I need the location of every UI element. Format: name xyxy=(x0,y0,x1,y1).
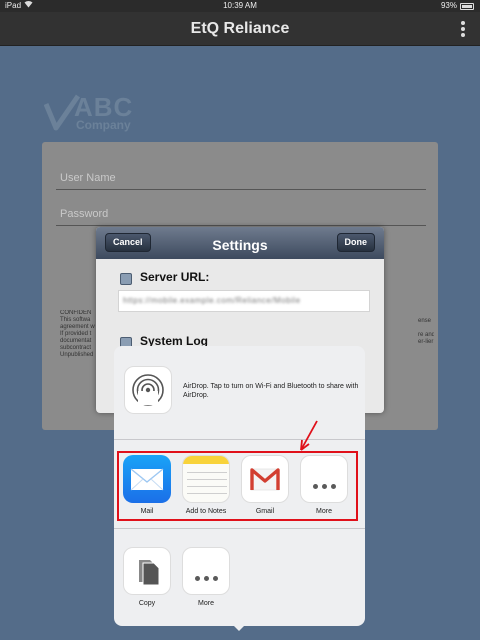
confidential-notice-right: ense re and er-lier xyxy=(418,318,434,346)
airdrop-description: AirDrop. Tap to turn on Wi-Fi and Blueto… xyxy=(183,383,359,399)
password-field[interactable]: Password xyxy=(56,202,426,226)
company-logo: ABC Company xyxy=(44,92,144,136)
battery-status: 93% xyxy=(441,0,474,12)
server-url-value: https://mobile.example.com/Reliance/Mobi… xyxy=(123,296,301,305)
share-action-more[interactable]: More xyxy=(177,547,235,607)
confidential-line: ense xyxy=(418,318,432,324)
overflow-menu-icon[interactable] xyxy=(460,21,466,39)
share-actions-row: Copy More xyxy=(114,530,365,626)
share-sheet-pointer xyxy=(232,624,246,631)
more-icon xyxy=(182,547,230,595)
airdrop-section: AirDrop. Tap to turn on Wi-Fi and Blueto… xyxy=(114,346,365,440)
logo-company-text: Company xyxy=(76,118,131,132)
battery-percent: 93% xyxy=(440,1,457,10)
annotation-arrow-icon xyxy=(300,420,318,451)
app-nav-bar: EtQ Reliance xyxy=(0,12,480,46)
airdrop-icon[interactable] xyxy=(124,366,172,414)
confidential-line xyxy=(418,325,434,332)
status-time: 10:39 AM xyxy=(223,1,257,10)
username-field[interactable]: User Name xyxy=(56,166,426,190)
password-placeholder: Password xyxy=(60,208,109,220)
share-action-label: More xyxy=(198,600,214,607)
username-placeholder: User Name xyxy=(60,172,116,184)
app-title: EtQ Reliance xyxy=(190,20,290,37)
share-action-copy[interactable]: Copy xyxy=(118,547,176,607)
confidential-line: er-lier xyxy=(418,339,434,345)
copy-icon xyxy=(123,547,171,595)
server-icon xyxy=(120,273,132,285)
done-button[interactable]: Done xyxy=(336,233,375,252)
server-url-input[interactable]: https://mobile.example.com/Reliance/Mobi… xyxy=(118,290,370,312)
battery-icon xyxy=(460,2,474,10)
annotation-highlight-box xyxy=(117,451,358,521)
confidential-line: re and xyxy=(418,332,434,338)
cancel-button[interactable]: Cancel xyxy=(105,233,151,252)
share-action-label: Copy xyxy=(138,600,156,607)
server-url-label: Server URL: xyxy=(140,270,210,284)
status-bar: iPad 10:39 AM 93% xyxy=(0,0,480,12)
